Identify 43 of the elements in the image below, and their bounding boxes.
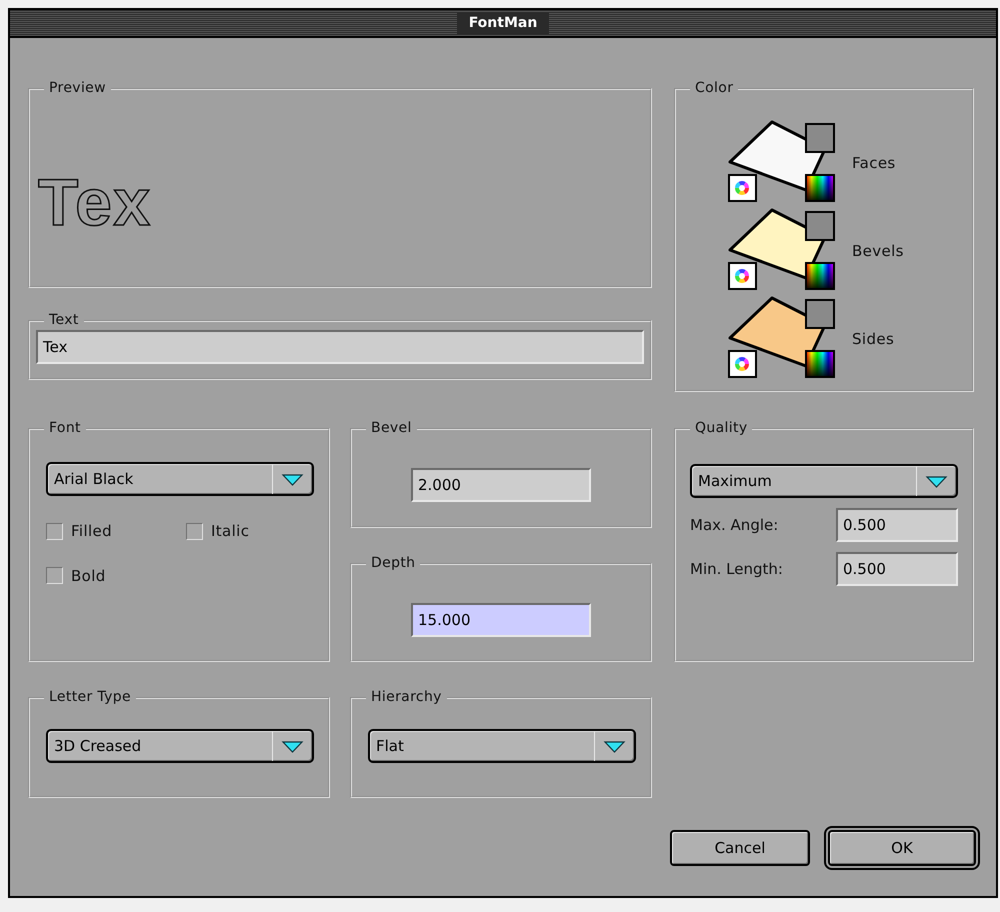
spectrum-icon[interactable] xyxy=(805,174,835,202)
spectrum-icon[interactable] xyxy=(805,350,835,378)
color-swatch[interactable] xyxy=(728,296,826,368)
number-field[interactable]: 0.500 xyxy=(836,508,958,542)
swatch-square-icon[interactable] xyxy=(805,211,835,241)
swatch-square-icon[interactable] xyxy=(805,123,835,153)
checkbox-box[interactable] xyxy=(46,567,63,584)
checkbox-box[interactable] xyxy=(46,522,63,540)
preview-text: Tex xyxy=(38,169,152,235)
dropdown[interactable]: Arial Black xyxy=(46,462,314,496)
color-wheel-icon[interactable] xyxy=(728,174,757,202)
caret-icon xyxy=(282,474,304,486)
caret-icon xyxy=(604,741,626,753)
group-label: Depth xyxy=(366,554,420,572)
caret-icon xyxy=(926,476,948,488)
checkbox-label[interactable]: Italic xyxy=(211,520,250,542)
color-label: Faces xyxy=(852,152,896,174)
color-label: Sides xyxy=(852,328,894,350)
spectrum-icon[interactable] xyxy=(805,262,835,290)
text-field[interactable]: Tex xyxy=(36,330,644,364)
window-title: FontMan xyxy=(456,12,550,34)
group-label: Quality xyxy=(690,419,752,437)
field-label: Max. Angle: xyxy=(690,514,778,536)
field-label: Min. Length: xyxy=(690,558,783,580)
dropdown[interactable]: Maximum xyxy=(690,464,958,498)
color-swatch[interactable] xyxy=(728,208,826,280)
dropdown[interactable]: 3D Creased xyxy=(46,729,314,763)
caret-icon xyxy=(282,741,304,753)
depth-field[interactable]: 15.000 xyxy=(411,603,591,637)
checkbox-box[interactable] xyxy=(186,522,203,540)
bevel-field[interactable]: 2.000 xyxy=(411,468,591,502)
color-wheel-icon[interactable] xyxy=(728,262,757,290)
color-label: Bevels xyxy=(852,240,904,262)
checkbox-label[interactable]: Filled xyxy=(71,520,112,542)
checkbox-label[interactable]: Bold xyxy=(71,564,106,587)
swatch-square-icon[interactable] xyxy=(805,299,835,329)
color-swatch[interactable] xyxy=(728,120,826,192)
group-label: Hierarchy xyxy=(366,688,447,706)
group-label: Letter Type xyxy=(44,688,136,706)
dropdown[interactable]: Flat xyxy=(368,729,636,763)
dialog-button[interactable]: Cancel xyxy=(670,830,810,866)
color-wheel-icon[interactable] xyxy=(728,350,757,378)
number-field[interactable]: 0.500 xyxy=(836,552,958,586)
